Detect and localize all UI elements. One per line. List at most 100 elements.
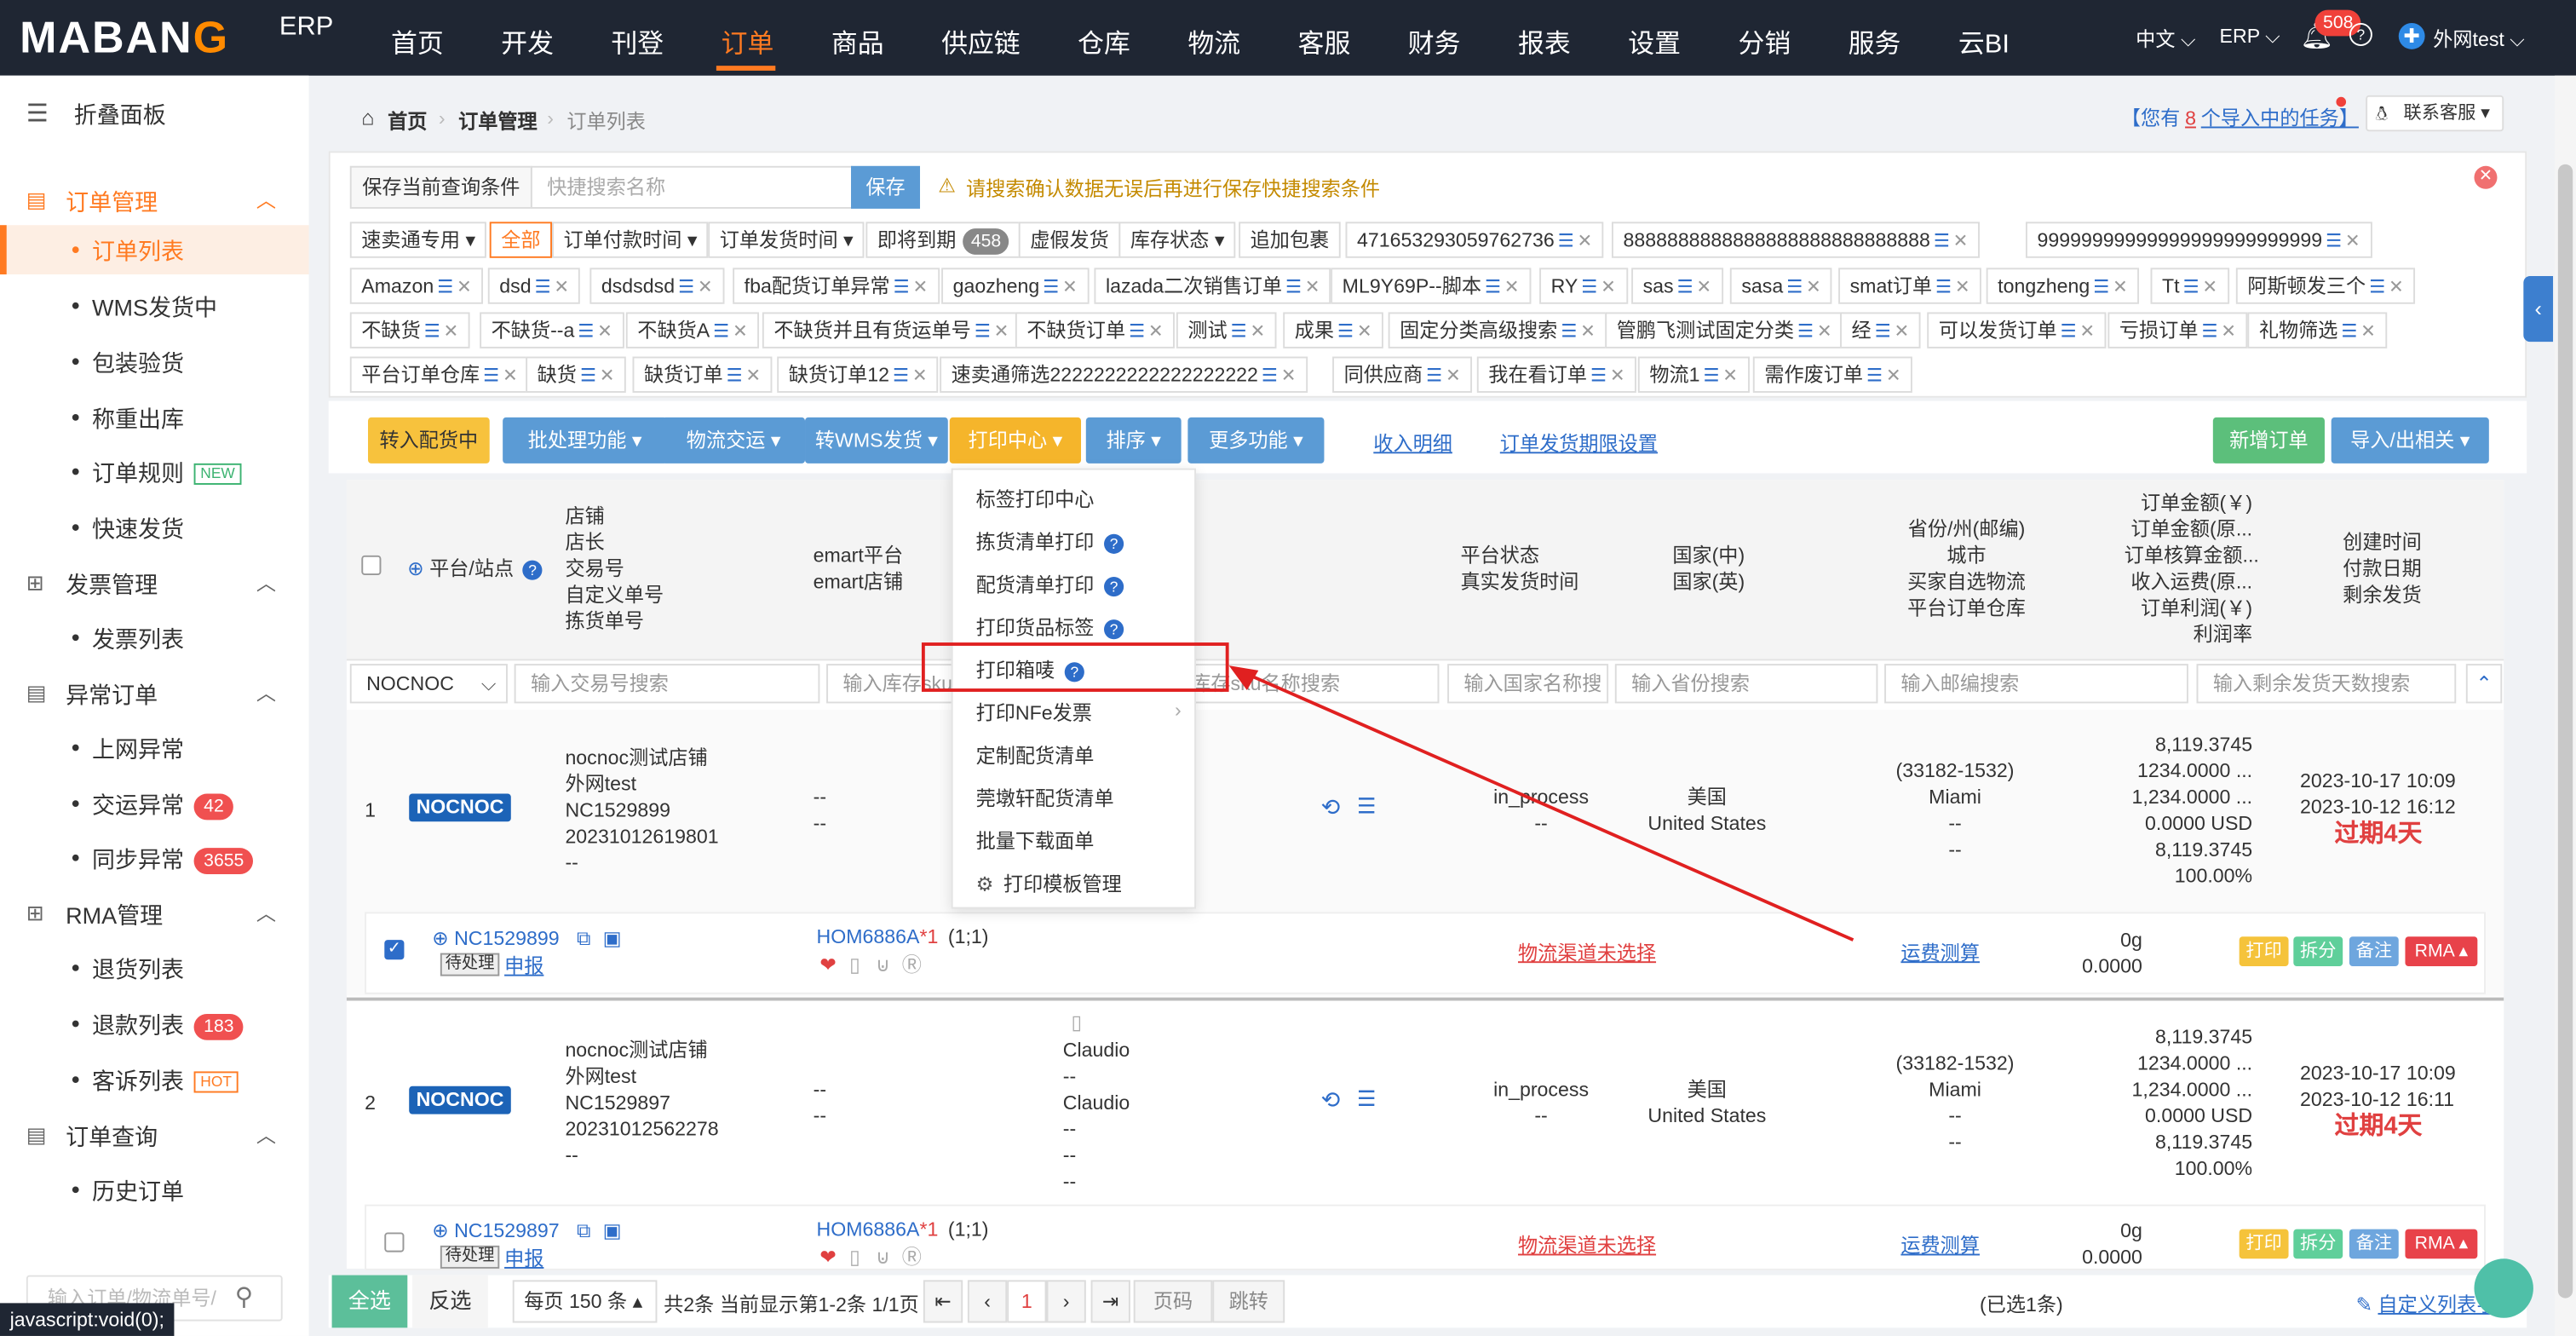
logistics-dispatch-button[interactable]: 物流交运 ▾: [662, 417, 806, 464]
order-id-link[interactable]: ⊕ NC1529899: [432, 925, 559, 952]
filter-tag-in-stock-orders[interactable]: 不缺货订单 ☰ ✕: [1015, 312, 1176, 348]
filter-tag-dsdsdsd[interactable]: dsdsdsd ☰ ✕: [589, 268, 725, 304]
filter-tag-out-of-stock-12[interactable]: 缺货订单12 ☰ ✕: [777, 356, 940, 393]
filter-tag-in-stock[interactable]: 不缺货 ☰ ✕: [349, 312, 470, 348]
filter-tag-aliexpress[interactable]: 速卖通专用 ▾: [349, 222, 487, 258]
nav-item-cloud-bi[interactable]: 云BI: [1958, 21, 2010, 60]
sidebar-item-shipping-abnormal[interactable]: 交运异常 42: [0, 779, 309, 828]
more-functions-button[interactable]: 更多功能 ▾: [1187, 417, 1325, 464]
sidebar-item-online-abnormal[interactable]: 上网异常: [0, 723, 309, 773]
transfer-wms-button[interactable]: 转WMS发货 ▾: [805, 417, 948, 464]
card-icon[interactable]: ▣: [603, 1218, 622, 1244]
shipping-fee-calc-link[interactable]: 运费测算: [1900, 940, 1980, 966]
import-export-button[interactable]: 导入/出相关 ▾: [2331, 417, 2489, 464]
current-page-button[interactable]: 1: [1007, 1280, 1047, 1323]
home-icon[interactable]: ⌂: [361, 105, 374, 130]
menu-item-guandun-packing-list[interactable]: 莞墩轩配货清单: [976, 784, 1114, 812]
nav-item-listing[interactable]: 刊登: [611, 21, 664, 60]
erp-selector[interactable]: ERP ⌵: [2220, 25, 2280, 49]
declare-link[interactable]: 申报: [504, 1246, 543, 1272]
breadcrumb-home[interactable]: 首页: [388, 107, 427, 135]
card-icon[interactable]: ▣: [603, 925, 622, 952]
sidebar-item-history-orders[interactable]: 历史订单: [0, 1165, 309, 1214]
menu-item-label-print-center[interactable]: 标签打印中心: [976, 485, 1095, 513]
remaining-days-search-input[interactable]: 输入剩余发货天数搜索: [2196, 664, 2457, 704]
copy-icon[interactable]: ⧉: [577, 1218, 591, 1244]
filter-tag-fba[interactable]: fba配货订单异常 ☰ ✕: [733, 268, 940, 304]
menu-item-print-template-management[interactable]: ⚙ 打印模板管理: [976, 869, 1122, 897]
sku-link[interactable]: HOM6886A*1 (1;1): [817, 924, 989, 950]
mabang-logo[interactable]: MABANG: [20, 13, 229, 64]
filter-tag-stock-status[interactable]: 库存状态 ▾: [1118, 222, 1237, 258]
platform-filter-select[interactable]: NOCNOC ⌵: [349, 664, 508, 704]
search-icon[interactable]: ⚲: [235, 1281, 253, 1311]
collapse-up-icon[interactable]: ⌃: [2465, 664, 2503, 704]
sidebar-item-return-list[interactable]: 退货列表: [0, 943, 309, 993]
help-icon[interactable]: ?: [2349, 23, 2372, 47]
sidebar-item-sync-abnormal[interactable]: 同步异常 3655: [0, 833, 309, 883]
menu-item-picking-list-print[interactable]: 拣货清单打印?: [976, 527, 1124, 556]
sidebar-item-weigh-outbound[interactable]: 称重出库: [0, 393, 309, 442]
copy-icon[interactable]: ⧉: [577, 925, 591, 952]
nav-item-products[interactable]: 商品: [831, 21, 884, 60]
back-to-top-button[interactable]: [2474, 1258, 2533, 1318]
filter-tag-amazon[interactable]: Amazon ☰ ✕: [349, 268, 484, 304]
print-button[interactable]: 打印: [2239, 1229, 2289, 1259]
first-page-icon[interactable]: ⇤: [923, 1280, 963, 1323]
filter-tag-asdf[interactable]: 阿斯顿发三个 ☰ ✕: [2235, 268, 2416, 304]
menu-item-packing-list-print[interactable]: 配货清单打印?: [976, 570, 1124, 598]
nav-item-develop[interactable]: 开发: [501, 21, 554, 60]
nav-item-customer-service[interactable]: 客服: [1298, 21, 1351, 60]
filter-tag-ry[interactable]: RY ☰ ✕: [1539, 268, 1628, 304]
breadcrumb-order-management[interactable]: 订单管理: [458, 107, 538, 135]
filter-tag-viewing[interactable]: 我在看订单 ☰ ✕: [1476, 356, 1637, 393]
filter-tag-fake-shipping[interactable]: 虚假发货: [1018, 222, 1121, 258]
invert-selection-button[interactable]: 反选: [412, 1275, 488, 1328]
nav-item-logistics[interactable]: 物流: [1187, 21, 1240, 60]
income-details-link[interactable]: 收入明细: [1373, 429, 1452, 457]
nav-item-services[interactable]: 服务: [1849, 21, 1901, 60]
sidebar-item-order-rules[interactable]: 订单规则 NEW: [0, 447, 309, 497]
last-page-icon[interactable]: ⇥: [1090, 1280, 1130, 1323]
sidebar-group-order-management[interactable]: ▤ 订单管理 ︿: [0, 174, 309, 227]
filter-tag-in-stock-a-dash[interactable]: 不缺货--a ☰ ✕: [480, 312, 624, 348]
row-checkbox[interactable]: [384, 1232, 405, 1252]
trade-number-search-input[interactable]: 输入交易号搜索: [514, 664, 820, 704]
note-button[interactable]: 备注: [2349, 1229, 2399, 1259]
save-query-button[interactable]: 保存: [851, 165, 921, 209]
filter-tag-in-stock-with-tracking[interactable]: 不缺货并且有货运单号 ☰ ✕: [762, 312, 1021, 348]
filter-tag-number-2[interactable]: 8888888888888888888888888888 ☰ ✕: [1611, 222, 1980, 258]
collapse-panel-button[interactable]: 折叠面板: [74, 99, 166, 132]
quick-search-name-input[interactable]: 快捷搜索名称: [530, 165, 853, 209]
menu-item-custom-packing-list[interactable]: 定制配货清单: [976, 741, 1095, 769]
close-icon[interactable]: ✕: [2474, 165, 2498, 189]
filter-tag-gift-filter[interactable]: 礼物筛选 ☰ ✕: [2247, 312, 2388, 348]
page-size-select[interactable]: 每页 150 条 ▴: [512, 1280, 658, 1323]
split-button[interactable]: 拆分: [2293, 1229, 2343, 1259]
contact-service-button[interactable]: 🐧︎ 联系客服 ▾: [2366, 95, 2504, 132]
nav-item-home[interactable]: 首页: [391, 21, 444, 60]
logistics-channel-link[interactable]: 物流渠道未选择: [1518, 1232, 1656, 1258]
order-id-link[interactable]: ⊕ NC1529897: [432, 1218, 559, 1244]
filter-tag-number-1[interactable]: 471653293059762736 ☰ ✕: [1345, 222, 1604, 258]
sidebar-item-refund-list[interactable]: 退款列表 183: [0, 999, 309, 1049]
filter-tag-tongzheng[interactable]: tongzheng ☰ ✕: [1986, 268, 2140, 304]
nav-item-supply-chain[interactable]: 供应链: [941, 21, 1021, 60]
zip-search-input[interactable]: 输入邮编搜索: [1884, 664, 2188, 704]
nav-item-distribution[interactable]: 分销: [1738, 21, 1791, 60]
sidebar-item-package-inspection[interactable]: 包装验货: [0, 337, 309, 386]
split-button[interactable]: 拆分: [2293, 936, 2343, 967]
sku-link[interactable]: HOM6886A*1 (1;1): [817, 1216, 989, 1242]
import-task-link[interactable]: 【您有 8 个导入中的任务】: [2121, 104, 2359, 132]
nav-item-warehouse[interactable]: 仓库: [1078, 21, 1130, 60]
filter-tag-add-package[interactable]: 追加包裹: [1239, 222, 1341, 258]
filter-tag-ml9y69p[interactable]: ML9Y69P--脚本 ☰ ✕: [1331, 268, 1532, 304]
nav-item-reports[interactable]: 报表: [1518, 21, 1571, 60]
transfer-to-picking-button[interactable]: 转入配货中: [368, 417, 490, 464]
filter-tag-lazada[interactable]: lazada二次销售订单 ☰ ✕: [1094, 268, 1332, 304]
shipping-fee-calc-link[interactable]: 运费测算: [1900, 1232, 1980, 1258]
next-page-icon[interactable]: ›: [1046, 1280, 1086, 1323]
filter-tag-due-soon[interactable]: 即将到期 458: [865, 222, 1021, 258]
select-all-button[interactable]: 全选: [331, 1275, 408, 1328]
language-selector[interactable]: 中文 ⌵: [2136, 25, 2195, 53]
